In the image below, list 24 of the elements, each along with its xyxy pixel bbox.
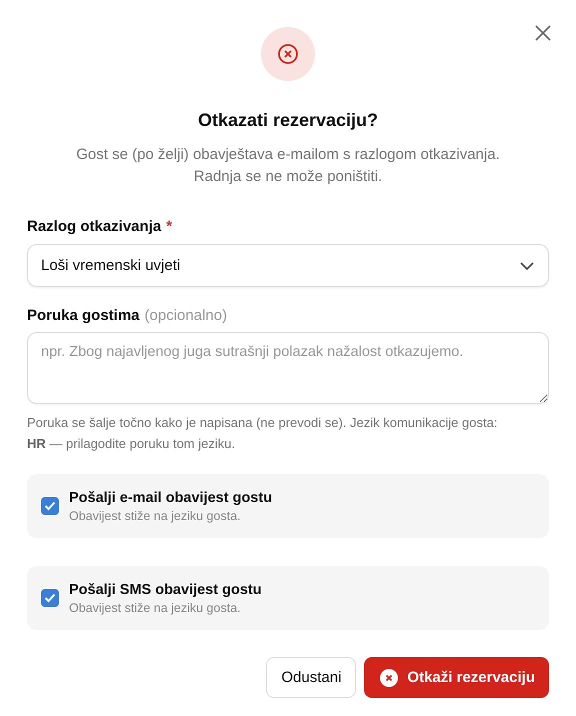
message-field[interactable]: npr. Zbog najavljenog juga sutrašnji polazak nažalost otkazujemo. <box>27 332 549 404</box>
field-label: Razlog otkazivanja <box>27 218 162 235</box>
option-description: Obavijest stiže na jeziku gosta. <box>69 508 242 522</box>
chevron-down-icon <box>520 262 534 270</box>
confirm-cancel-button[interactable]: Otkaži rezervaciju <box>364 657 549 698</box>
reason-select[interactable]: Loši vremenski uvjeti <box>27 244 549 287</box>
cancel-button[interactable]: Odustani <box>266 657 356 698</box>
required-mark: * <box>166 218 172 235</box>
option-description: Obavijest stiže na jeziku gosta. <box>69 600 242 614</box>
checkbox[interactable] <box>41 497 59 515</box>
dialog-description: Radnja se ne može poništiti. <box>194 167 382 187</box>
option-label: Pošalji SMS obavijest gostu <box>69 582 262 598</box>
check-icon <box>44 593 56 603</box>
optional-hint: (opcionalno) <box>144 307 228 324</box>
close-icon <box>534 24 552 42</box>
checkbox[interactable] <box>41 589 59 607</box>
help-text: Poruka se šalje točno kako je napisana (ne prevodi se). Jezik komunikacije gosta: HR — prilagodite poruku tom jeziku. <box>27 414 498 453</box>
check-icon <box>44 501 56 511</box>
cancel-icon <box>277 43 299 65</box>
cancel-icon <box>380 668 398 686</box>
field-label: Poruka gostima <box>27 307 140 324</box>
option-label: Pošalji e-mail obavijest gostu <box>69 490 272 506</box>
dialog-description: Gost se (po želji) obavještava e-mailom s razlogom otkazivanja. <box>76 145 500 165</box>
dialog-title: Otkazati rezervaciju? <box>198 110 378 131</box>
